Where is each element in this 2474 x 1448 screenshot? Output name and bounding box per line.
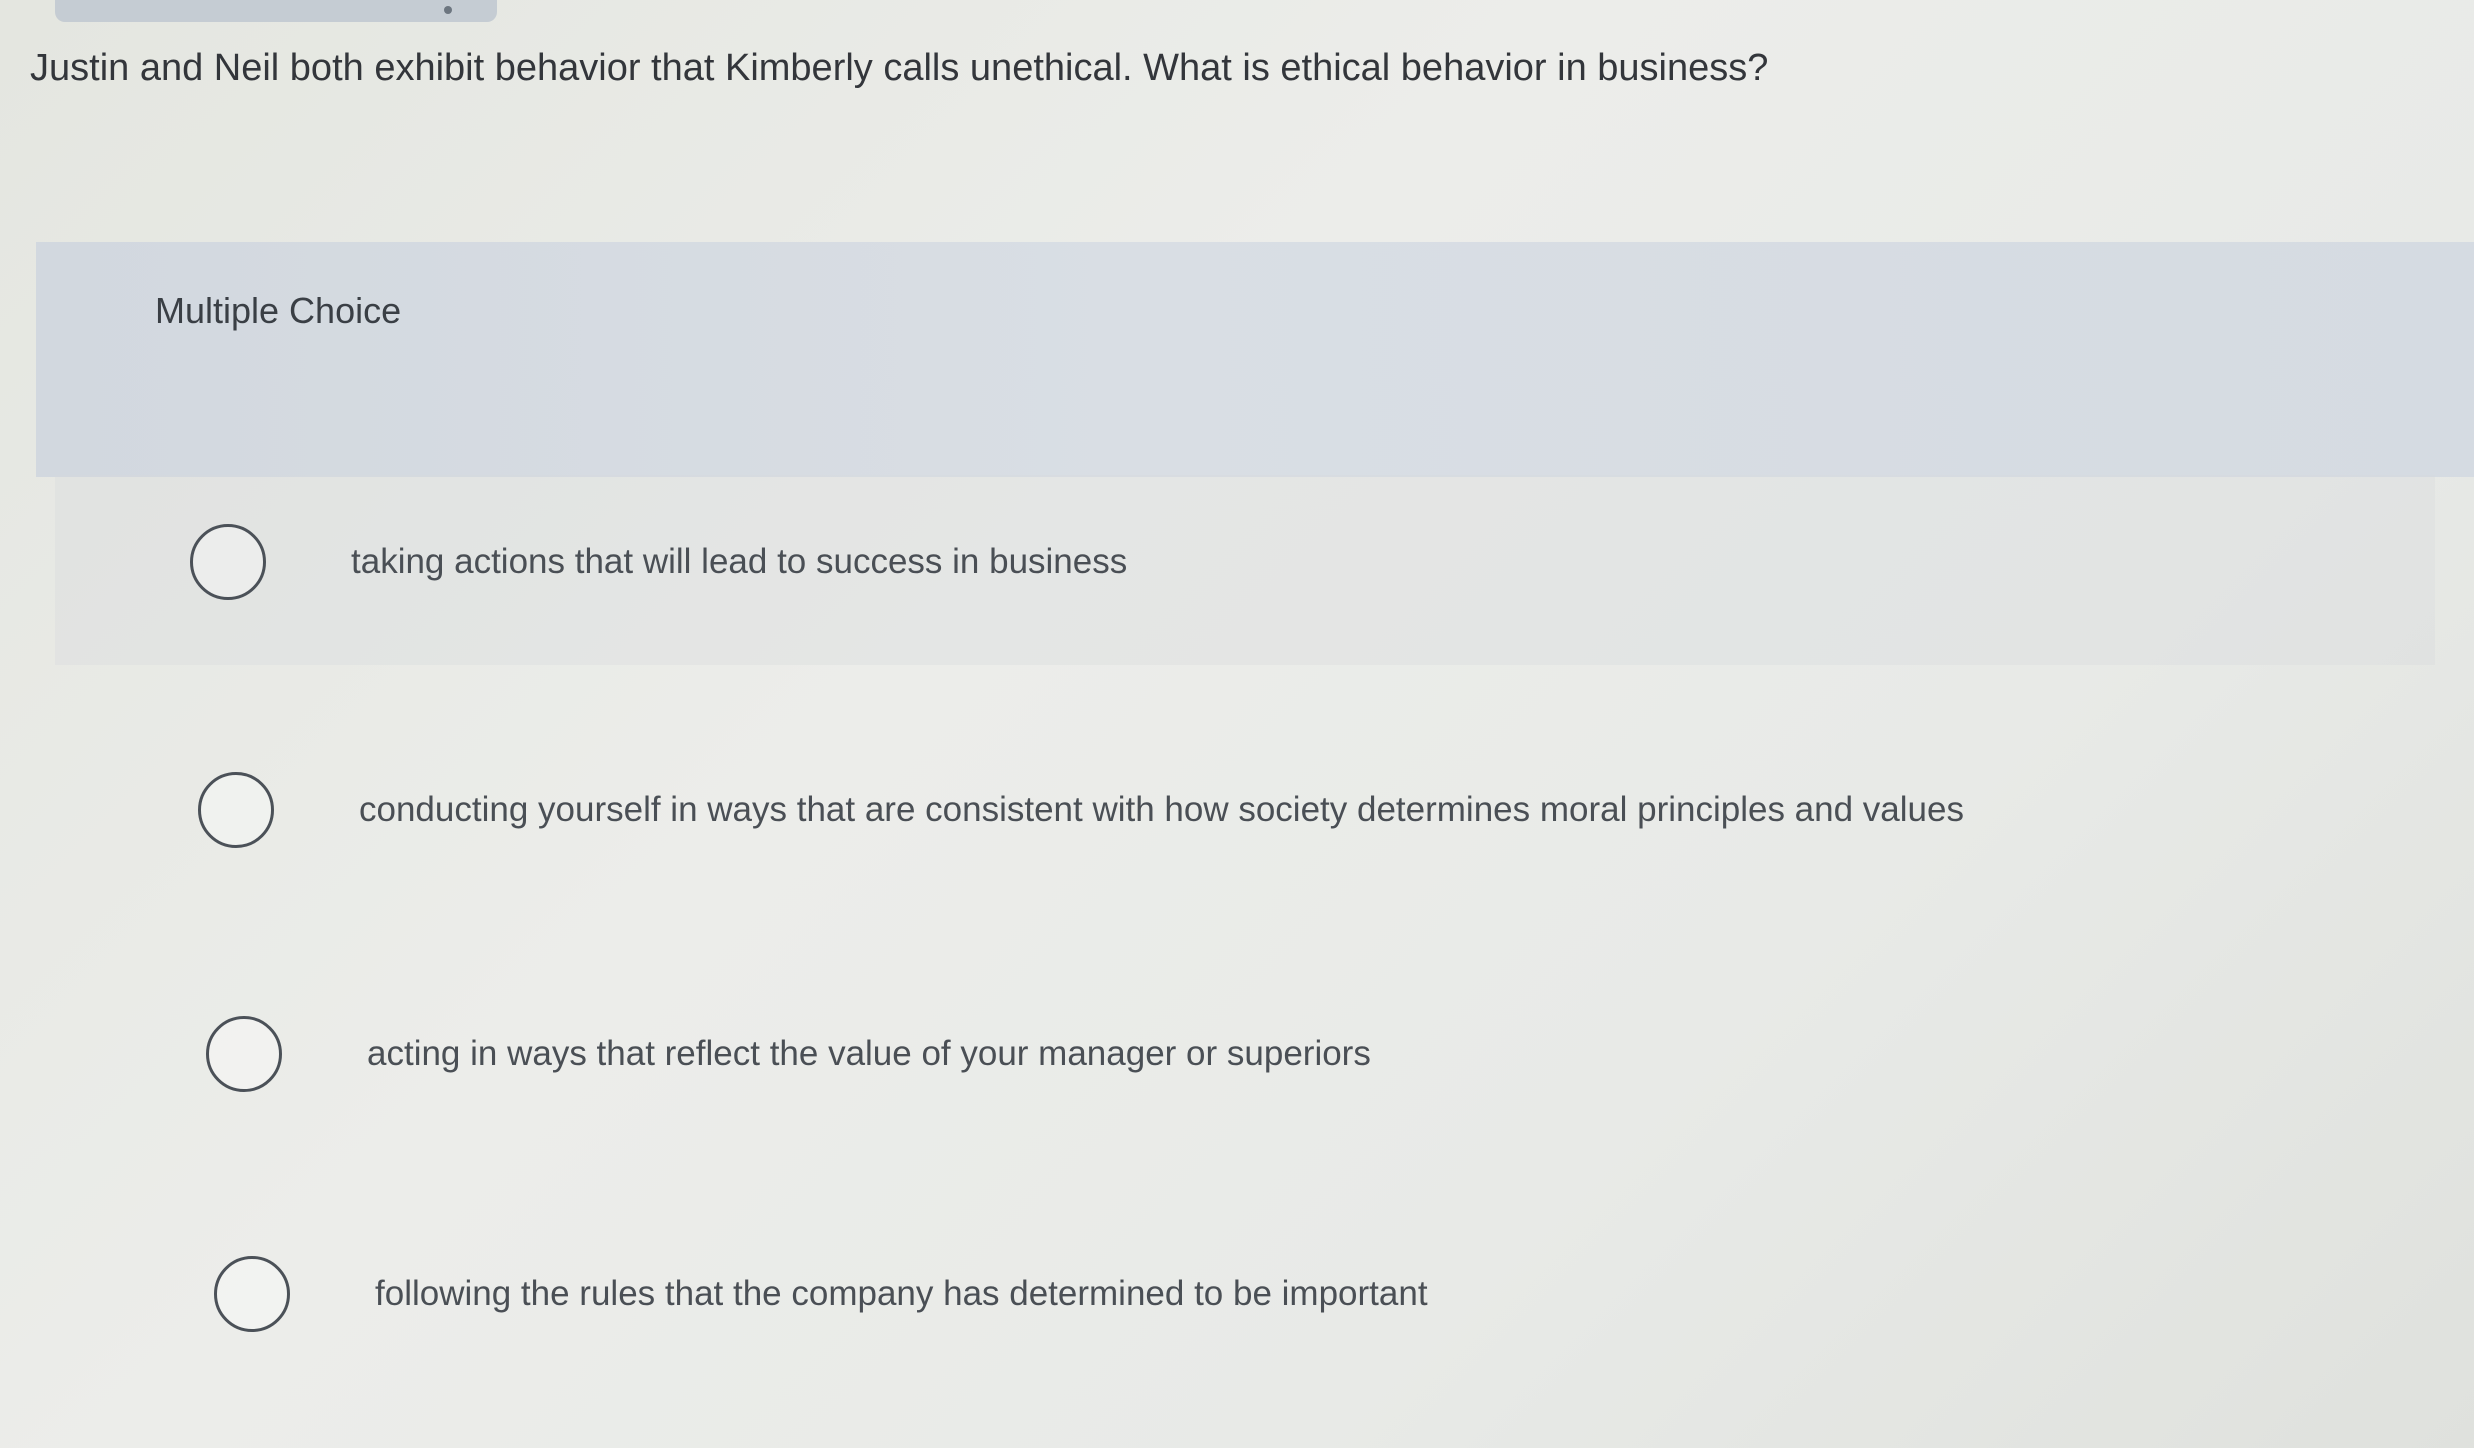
answer-option-1[interactable]: taking actions that will lead to success…	[190, 524, 1127, 600]
answer-option-label: conducting yourself in ways that are con…	[359, 790, 1964, 829]
answer-option-label: taking actions that will lead to success…	[351, 542, 1128, 581]
answer-option-label: following the rules that the company has…	[375, 1274, 1428, 1313]
radio-button-icon[interactable]	[214, 1256, 290, 1332]
answer-option-3[interactable]: acting in ways that reflect the value of…	[206, 1016, 1371, 1092]
answer-options: taking actions that will lead to success…	[0, 0, 2474, 1448]
answer-option-label: acting in ways that reflect the value of…	[367, 1034, 1371, 1073]
radio-button-icon[interactable]	[190, 524, 266, 600]
radio-button-icon[interactable]	[198, 772, 274, 848]
answer-option-4[interactable]: following the rules that the company has…	[214, 1256, 1428, 1332]
radio-button-icon[interactable]	[206, 1016, 282, 1092]
answer-option-2[interactable]: conducting yourself in ways that are con…	[198, 772, 1964, 848]
